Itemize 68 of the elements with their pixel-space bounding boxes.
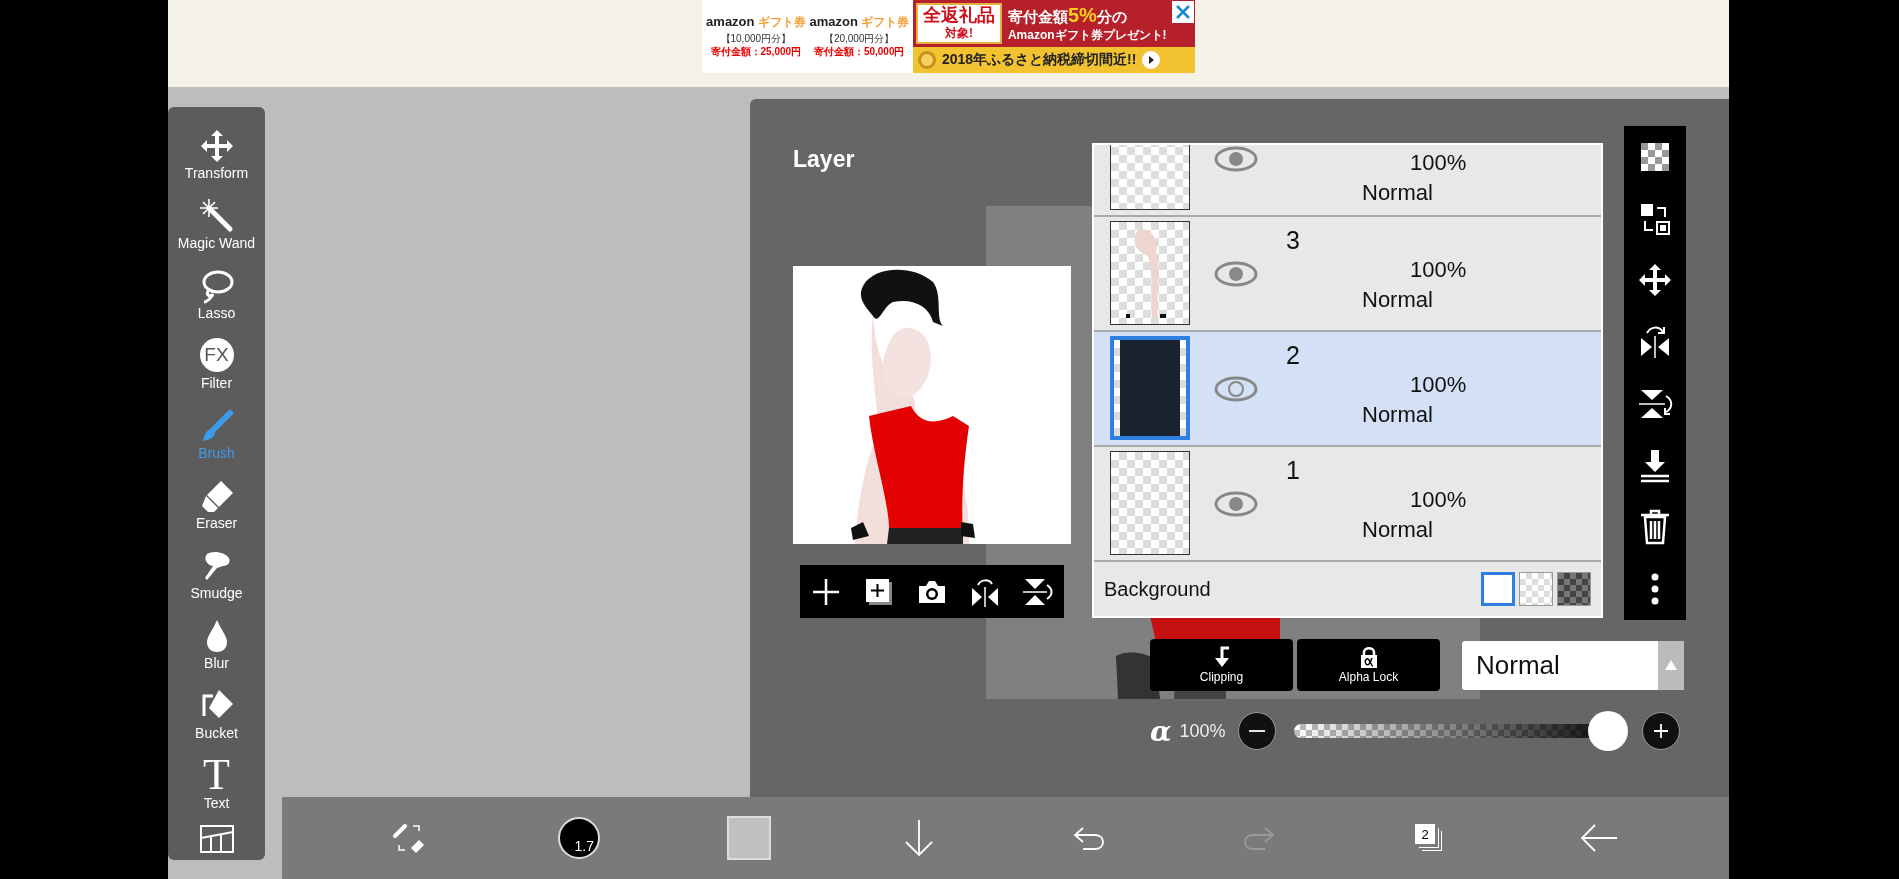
- layer-blend-mode: Normal: [1361, 179, 1434, 207]
- tool-button[interactable]: FX Filter: [168, 326, 265, 396]
- layer-blend-mode: Normal: [1361, 516, 1434, 544]
- donation-text: 寄付金額：50,000円: [813, 45, 905, 58]
- tool-button[interactable]: Smudge: [168, 536, 265, 606]
- ad-subline: Amazonギフト券プレゼント!: [1007, 26, 1167, 44]
- tool-button[interactable]: Magic Wand: [168, 186, 265, 256]
- tool-button[interactable]: Eraser: [168, 466, 265, 536]
- filter-icon: FX: [199, 338, 234, 372]
- frame-icon[interactable]: [199, 824, 235, 854]
- badge-text: 対象!: [944, 25, 973, 42]
- layer-blend-mode: Normal: [1361, 401, 1434, 429]
- ad-banner[interactable]: amazon ギフト券 【10,000円分】 寄付金額：25,000円 amazon ギフト券 【20,000円分】 寄付金額：50,000円 全返礼品 対象! 寄付金額5%分の Amazonギフト券プレゼント! 2018年ふるさと納税締切間近!!: [702, 0, 1195, 73]
- plus-icon: [1652, 723, 1669, 739]
- caret-icon: [1664, 659, 1678, 671]
- ad-headline: 寄付金額5%分の: [1007, 3, 1128, 27]
- plus-button[interactable]: [1641, 712, 1680, 750]
- minus-button[interactable]: [1237, 712, 1276, 750]
- product-label: ギフト券: [860, 16, 909, 29]
- layer-opacity: 100%: [1409, 371, 1467, 399]
- layer-opacity: 100%: [1409, 256, 1467, 284]
- play-icon[interactable]: [1141, 50, 1162, 70]
- background-option[interactable]: [1519, 572, 1553, 606]
- tool-button[interactable]: T Text: [168, 746, 265, 816]
- color-swatch[interactable]: [727, 816, 771, 860]
- brand-logo-text: amazon: [706, 15, 755, 28]
- amount-text: 【20,000円分】: [823, 32, 895, 45]
- layer-row[interactable]: 100% Normal: [1094, 145, 1601, 217]
- layer-opacity: 100%: [1409, 486, 1467, 514]
- blend-mode-dropdown[interactable]: Normal: [1462, 640, 1684, 690]
- background-option[interactable]: [1557, 572, 1591, 606]
- layer-opacity: 100%: [1409, 149, 1467, 177]
- layer-name: 1: [1286, 455, 1301, 485]
- eye-icon[interactable]: [1214, 145, 1258, 172]
- layer-blend-mode: Normal: [1361, 286, 1434, 314]
- slider-thumb[interactable]: [1587, 711, 1628, 751]
- deadline-text: 2018年ふるさと納税締切間近!!: [941, 51, 1137, 69]
- clipping-button[interactable]: Clipping: [1150, 639, 1293, 691]
- brand-logo-text: amazon: [809, 15, 858, 28]
- donation-text: 寄付金額：25,000円: [710, 45, 802, 58]
- product-label: ギフト券: [757, 16, 806, 29]
- back-arrow-icon[interactable]: [1579, 823, 1619, 853]
- coin-icon: [916, 50, 937, 70]
- layer-name: 3: [1286, 225, 1301, 255]
- background-label: Background: [1104, 577, 1211, 601]
- text-tool-icon: T: [203, 756, 230, 794]
- eye-icon[interactable]: [1214, 490, 1258, 517]
- brush-size-button[interactable]: 1.7: [558, 817, 600, 859]
- amount-text: 【10,000円分】: [720, 32, 792, 45]
- eye-icon[interactable]: [1214, 375, 1258, 402]
- move-icon[interactable]: [1637, 262, 1673, 299]
- alpha-lock-button[interactable]: Alpha Lock: [1297, 639, 1440, 691]
- tool-button[interactable]: Lasso: [168, 256, 265, 326]
- opacity-slider[interactable]: [1293, 711, 1628, 751]
- tool-button[interactable]: Blur: [168, 606, 265, 676]
- eye-icon[interactable]: [1214, 260, 1258, 287]
- panel-title: Layer: [793, 145, 855, 174]
- layer-name: 2: [1286, 340, 1301, 370]
- tool-button[interactable]: Transform: [168, 116, 265, 186]
- opacity-reading: 100%: [1179, 720, 1226, 742]
- minus-icon: [1248, 730, 1265, 732]
- tool-button[interactable]: Bucket: [168, 676, 265, 746]
- down-arrow-icon[interactable]: [902, 818, 936, 858]
- background-option[interactable]: [1481, 572, 1515, 606]
- alpha-symbol: α: [1150, 714, 1172, 748]
- badge-text: 全返礼品: [922, 5, 995, 25]
- tool-icon: [198, 198, 235, 234]
- layer-row[interactable]: 2 100% Normal: [1094, 332, 1601, 447]
